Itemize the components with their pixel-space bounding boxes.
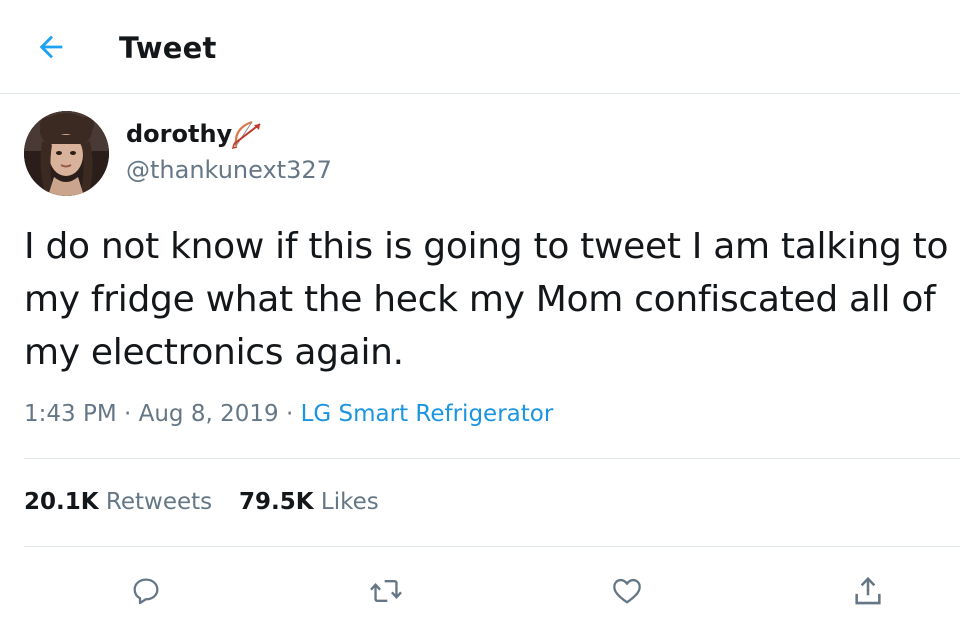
likes-label: Likes — [320, 489, 379, 515]
retweets-count: 20.1K — [24, 489, 99, 515]
divider — [24, 458, 960, 459]
page-title: Tweet — [119, 31, 217, 65]
tweet-page: Tweet dorothy @thankunext327 I do not kn… — [0, 0, 960, 640]
avatar-image — [24, 111, 109, 196]
tweet-time[interactable]: 1:43 PM — [24, 401, 117, 427]
bow-and-arrow-emoji-icon — [230, 118, 266, 150]
tweet-meta: 1:43 PM · Aug 8, 2019 · LG Smart Refrige… — [24, 398, 553, 430]
tweet-text: I do not know if this is going to tweet … — [24, 226, 949, 373]
retweet-button[interactable] — [366, 571, 406, 611]
tweet-date[interactable]: Aug 8, 2019 — [139, 401, 279, 427]
top-bar: Tweet — [0, 0, 960, 94]
avatar[interactable] — [24, 111, 109, 196]
back-button[interactable] — [34, 30, 68, 64]
heart-icon — [613, 578, 641, 604]
reply-button[interactable] — [126, 571, 166, 611]
reply-icon — [133, 578, 159, 605]
share-icon — [855, 576, 881, 605]
meta-separator: · — [285, 401, 294, 427]
display-name[interactable]: dorothy — [126, 118, 232, 150]
like-button[interactable] — [607, 571, 647, 611]
tweet-source-link[interactable]: LG Smart Refrigerator — [301, 401, 554, 427]
share-button[interactable] — [848, 571, 888, 611]
retweet-icon — [370, 580, 402, 602]
arrow-left-icon — [39, 35, 63, 59]
likes-stat[interactable]: 79.5K Likes — [239, 486, 379, 518]
retweets-stat[interactable]: 20.1K Retweets — [24, 486, 212, 518]
divider — [24, 546, 960, 547]
retweets-label: Retweets — [105, 489, 213, 515]
likes-count: 79.5K — [239, 489, 314, 515]
meta-separator: · — [124, 401, 132, 427]
user-handle[interactable]: @thankunext327 — [126, 154, 332, 186]
